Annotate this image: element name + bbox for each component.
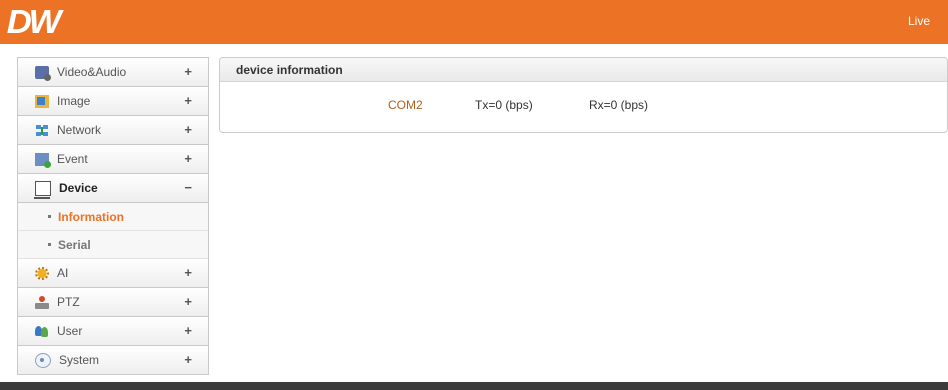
- rx-rate: Rx=0 (bps): [589, 98, 649, 112]
- sidebar-item-label: PTZ: [57, 295, 80, 309]
- device-information-panel: device information COM2 Tx=0 (bps) Rx=0 …: [219, 57, 948, 133]
- sidebar-item-label: Device: [59, 181, 98, 195]
- sidebar-item-video-audio[interactable]: Video&Audio +: [18, 58, 208, 87]
- sidebar-subitem-label: Serial: [58, 237, 91, 252]
- image-icon: [35, 94, 49, 108]
- network-icon: [35, 124, 49, 137]
- sidebar-item-ai[interactable]: AI +: [18, 259, 208, 288]
- ptz-icon: [35, 295, 49, 309]
- sidebar-item-label: User: [57, 324, 83, 338]
- system-icon: [35, 352, 51, 368]
- expand-icon: +: [184, 294, 192, 309]
- serial-port-name: COM2: [388, 98, 423, 112]
- sidebar-item-label: Image: [57, 94, 91, 108]
- sidebar-item-network[interactable]: Network +: [18, 116, 208, 145]
- dw-logo: DW: [6, 3, 62, 40]
- tx-rate: Tx=0 (bps): [475, 98, 533, 112]
- sidebar-item-ptz[interactable]: PTZ +: [18, 288, 208, 317]
- bullet-icon: [48, 243, 51, 246]
- sidebar-subitem-label: Information: [58, 209, 124, 224]
- top-header-bar: DW Live: [0, 0, 948, 44]
- sidebar-item-user[interactable]: User +: [18, 317, 208, 346]
- sidebar-item-label: AI: [57, 266, 69, 280]
- panel-title: device information: [220, 58, 947, 82]
- expand-icon: +: [184, 323, 192, 338]
- sidebar-item-label: System: [59, 353, 100, 367]
- expand-icon: +: [184, 151, 192, 166]
- expand-icon: +: [184, 122, 192, 137]
- user-icon: [35, 325, 49, 338]
- sidebar-item-label: Video&Audio: [57, 65, 127, 79]
- live-link[interactable]: Live: [908, 14, 930, 28]
- expand-icon: +: [184, 352, 192, 367]
- expand-icon: +: [184, 265, 192, 280]
- sidebar-item-label: Network: [57, 123, 102, 137]
- event-icon: [35, 152, 51, 168]
- expand-icon: +: [184, 64, 192, 79]
- device-icon: [34, 180, 51, 199]
- sidebar-item-device[interactable]: Device −: [18, 174, 208, 203]
- sidebar-item-system[interactable]: System +: [18, 346, 208, 375]
- sidebar-menu: Video&Audio + Image + Network + Event + …: [17, 57, 209, 375]
- sidebar-item-label: Event: [57, 152, 88, 166]
- sidebar-item-event[interactable]: Event +: [18, 145, 208, 174]
- sidebar-subitem-serial[interactable]: Serial: [18, 231, 208, 259]
- sidebar-item-image[interactable]: Image +: [18, 87, 208, 116]
- sidebar-subitem-information[interactable]: Information: [18, 203, 208, 231]
- expand-icon: +: [184, 93, 192, 108]
- footer-bar: [0, 382, 948, 390]
- ai-icon: [35, 266, 49, 280]
- collapse-icon: −: [184, 180, 192, 195]
- video-audio-icon: [35, 65, 51, 81]
- bullet-icon: [48, 215, 51, 218]
